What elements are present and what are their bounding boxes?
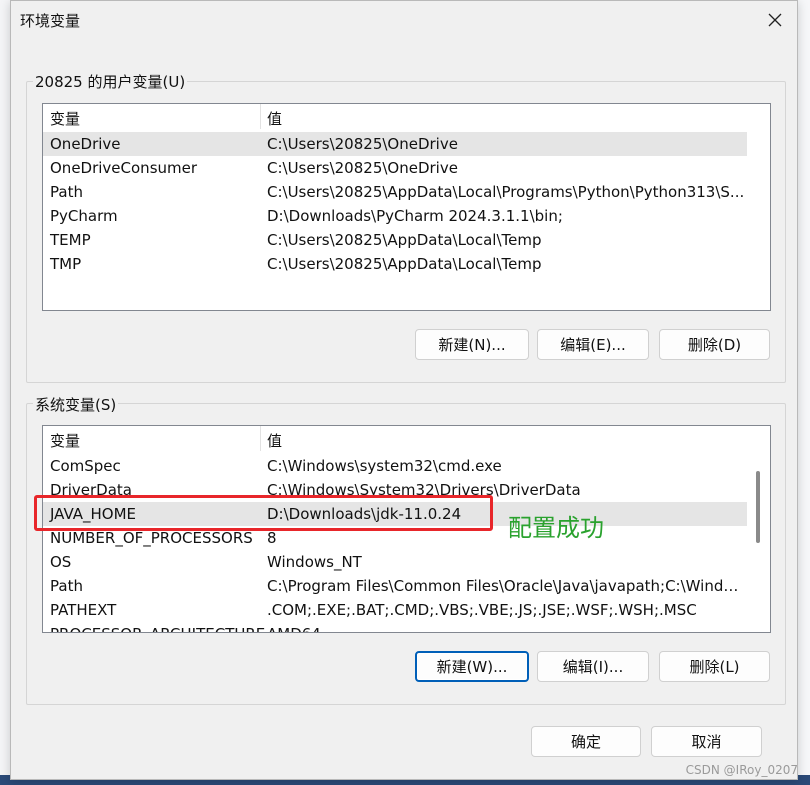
user-new-button[interactable]: 新建(N)... xyxy=(415,329,529,360)
var-value: C:\Users\20825\AppData\Local\Programs\Py… xyxy=(267,183,745,201)
table-row[interactable]: OneDriveConsumer C:\Users\20825\OneDrive xyxy=(43,156,747,180)
var-name: OS xyxy=(50,553,72,571)
var-name: Path xyxy=(50,577,83,595)
system-delete-button[interactable]: 删除(L) xyxy=(659,651,770,682)
annotation-text: 配置成功 xyxy=(508,514,604,542)
user-vars-header: 变量 值 xyxy=(43,104,770,129)
system-vars-group-label: 系统变量(S) xyxy=(33,394,119,415)
header-variable[interactable]: 变量 xyxy=(50,108,80,129)
var-value: Windows_NT xyxy=(267,553,362,571)
user-edit-button[interactable]: 编辑(E)... xyxy=(537,329,649,360)
watermark: CSDN @IRoy_0207 xyxy=(685,763,798,777)
table-row[interactable]: TMP C:\Users\20825\AppData\Local\Temp xyxy=(43,252,747,276)
background-window-right xyxy=(796,0,810,785)
header-separator[interactable] xyxy=(260,426,261,451)
table-row[interactable]: ComSpec C:\Windows\system32\cmd.exe xyxy=(43,454,747,478)
header-variable[interactable]: 变量 xyxy=(50,430,80,451)
var-name: ComSpec xyxy=(50,457,121,475)
var-name: TMP xyxy=(50,255,82,273)
system-edit-button[interactable]: 编辑(I)... xyxy=(537,651,649,682)
table-row[interactable]: Path C:\Users\20825\AppData\Local\Progra… xyxy=(43,180,747,204)
close-button[interactable] xyxy=(753,1,797,39)
user-vars-group-label: 20825 的用户变量(U) xyxy=(33,71,188,92)
title-bar: 环境变量 xyxy=(11,1,797,41)
table-row[interactable]: PyCharm D:\Downloads\PyCharm 2024.3.1.1\… xyxy=(43,204,747,228)
header-separator[interactable] xyxy=(260,104,261,129)
highlight-box xyxy=(34,495,493,531)
var-value: C:\Users\20825\OneDrive xyxy=(267,159,458,177)
user-delete-button[interactable]: 删除(D) xyxy=(659,329,770,360)
var-name: PATHEXT xyxy=(50,601,117,619)
background-window-left xyxy=(0,0,10,785)
table-row[interactable]: PATHEXT .COM;.EXE;.BAT;.CMD;.VBS;.VBE;.J… xyxy=(43,598,747,622)
system-vars-scrollbar[interactable] xyxy=(753,451,763,631)
var-value: C:\Windows\system32\cmd.exe xyxy=(267,457,502,475)
system-vars-header: 变量 值 xyxy=(43,426,770,451)
var-value: .COM;.EXE;.BAT;.CMD;.VBS;.VBE;.JS;.JSE;.… xyxy=(267,601,697,619)
var-name: PROCESSOR_ARCHITECTURE xyxy=(50,622,265,632)
var-name: TEMP xyxy=(50,231,91,249)
var-name: OneDriveConsumer xyxy=(50,159,198,177)
dialog-title: 环境变量 xyxy=(20,12,81,30)
var-value: C:\Users\20825\AppData\Local\Temp xyxy=(267,231,542,249)
header-value[interactable]: 值 xyxy=(267,108,282,129)
header-value[interactable]: 值 xyxy=(267,430,282,451)
var-name: Path xyxy=(50,183,83,201)
var-value: C:\Users\20825\OneDrive xyxy=(267,135,458,153)
cancel-button[interactable]: 取消 xyxy=(651,726,762,757)
var-value: C:\Program Files\Common Files\Oracle\Jav… xyxy=(267,577,745,595)
scrollbar-thumb[interactable] xyxy=(756,471,760,543)
var-name: PyCharm xyxy=(50,207,118,225)
var-value: C:\Users\20825\AppData\Local\Temp xyxy=(267,255,542,273)
var-name: OneDrive xyxy=(50,135,121,153)
user-vars-list[interactable]: 变量 值 OneDrive C:\Users\20825\OneDrive On… xyxy=(42,103,771,311)
table-row[interactable]: OS Windows_NT xyxy=(43,550,747,574)
table-row[interactable]: Path C:\Program Files\Common Files\Oracl… xyxy=(43,574,747,598)
close-icon xyxy=(768,13,782,27)
table-row[interactable]: TEMP C:\Users\20825\AppData\Local\Temp xyxy=(43,228,747,252)
var-value: D:\Downloads\PyCharm 2024.3.1.1\bin; xyxy=(267,207,563,225)
table-row[interactable]: PROCESSOR_ARCHITECTURE AMD64 xyxy=(43,622,747,632)
table-row[interactable]: OneDrive C:\Users\20825\OneDrive xyxy=(43,132,747,156)
environment-variables-dialog: 环境变量 20825 的用户变量(U) 变量 值 OneDrive C:\Use… xyxy=(10,0,798,780)
ok-button[interactable]: 确定 xyxy=(531,726,641,757)
system-new-button[interactable]: 新建(W)... xyxy=(415,651,529,682)
var-value: AMD64 xyxy=(267,622,745,632)
